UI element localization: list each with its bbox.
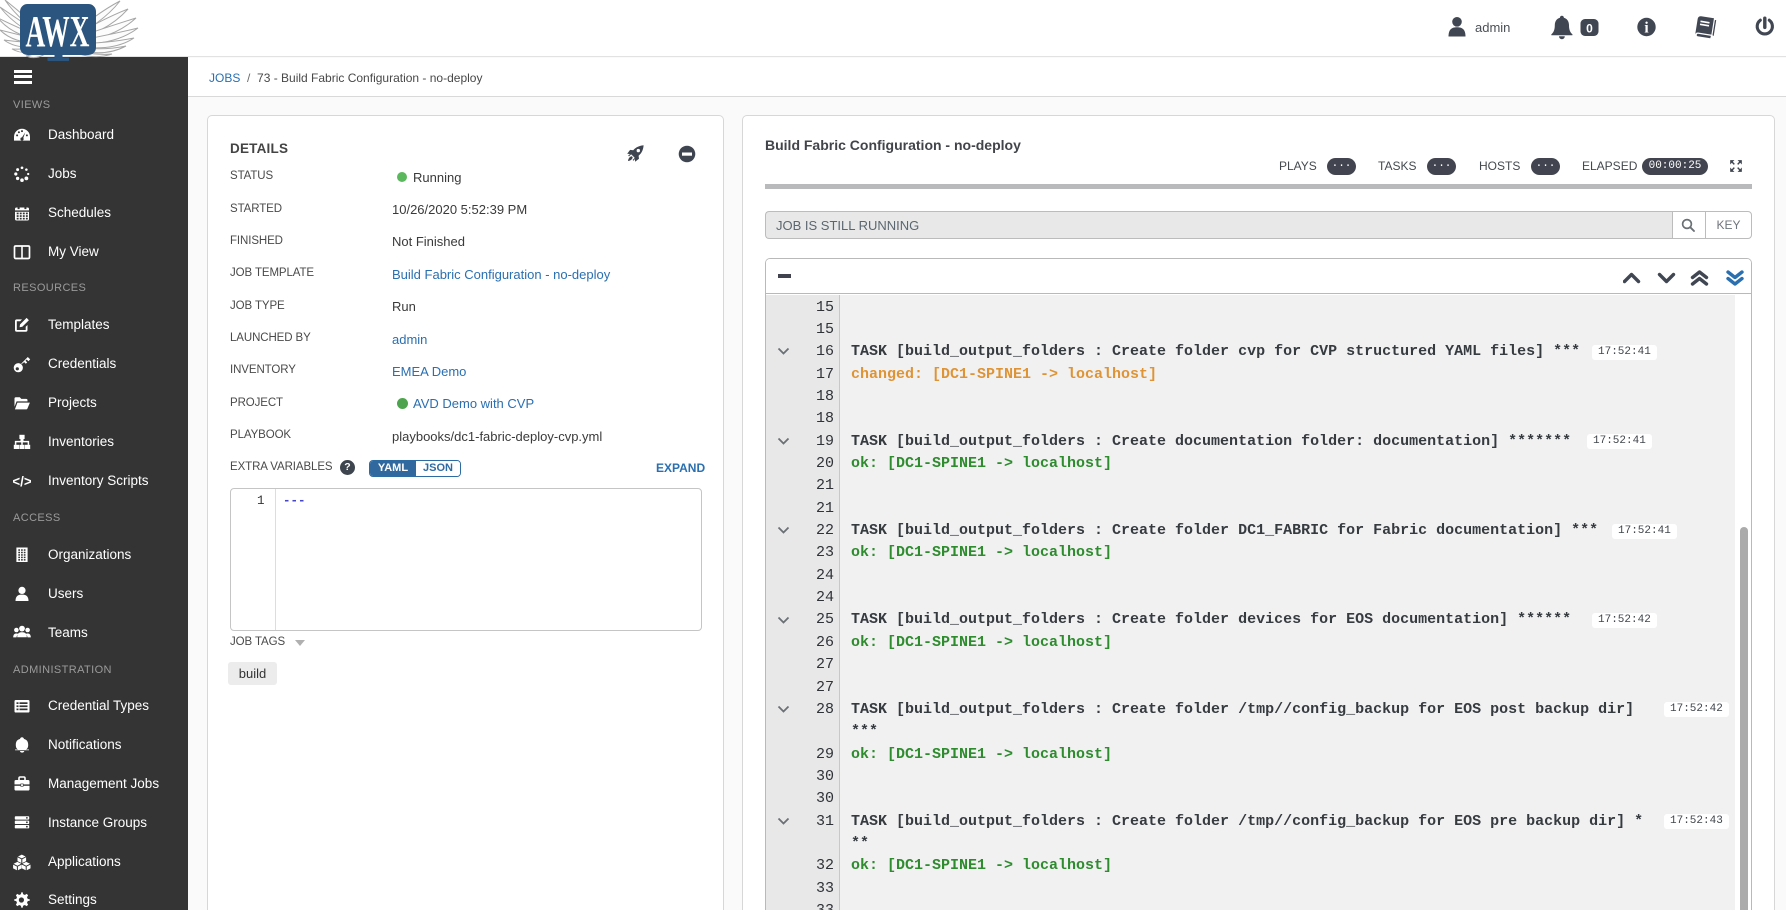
svg-text:admin: admin <box>1475 20 1510 35</box>
svg-text:i: i <box>1644 20 1649 37</box>
svg-text:AWX: AWX <box>26 7 90 56</box>
svg-text:0: 0 <box>1586 21 1593 35</box>
svg-text:</>: </> <box>13 474 31 489</box>
